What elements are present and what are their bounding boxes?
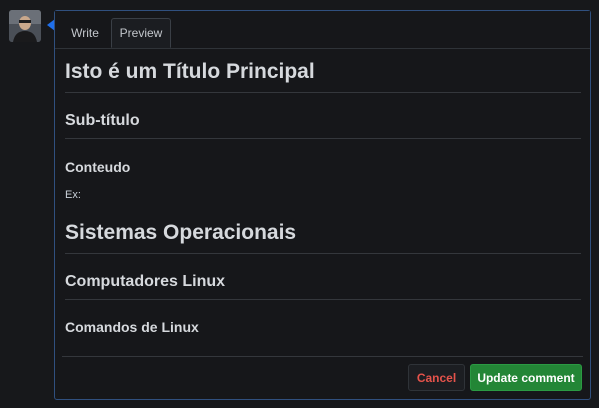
preview-heading-1: Sistemas Operacionais xyxy=(65,220,581,254)
avatar[interactable] xyxy=(9,10,41,42)
tab-preview[interactable]: Preview xyxy=(111,18,171,48)
divider xyxy=(62,356,583,357)
preview-pane: Isto é um Título Principal Sub-título Co… xyxy=(65,59,581,337)
editor-tab-bar: Write Preview xyxy=(55,11,590,49)
page: Write Preview Isto é um Título Principal… xyxy=(0,0,599,408)
preview-heading-1: Isto é um Título Principal xyxy=(65,59,581,93)
preview-heading-2: Computadores Linux xyxy=(65,271,581,300)
preview-heading-2: Sub-título xyxy=(65,110,581,139)
preview-heading-3: Comandos de Linux xyxy=(65,319,199,335)
update-comment-button[interactable]: Update comment xyxy=(470,364,582,391)
user-avatar-icon xyxy=(9,10,41,42)
preview-heading-3: Conteudo xyxy=(65,159,131,175)
tab-write[interactable]: Write xyxy=(62,18,108,48)
comment-editor: Write Preview Isto é um Título Principal… xyxy=(54,10,591,400)
preview-paragraph: Ex: xyxy=(65,189,81,201)
cancel-button[interactable]: Cancel xyxy=(408,364,465,391)
